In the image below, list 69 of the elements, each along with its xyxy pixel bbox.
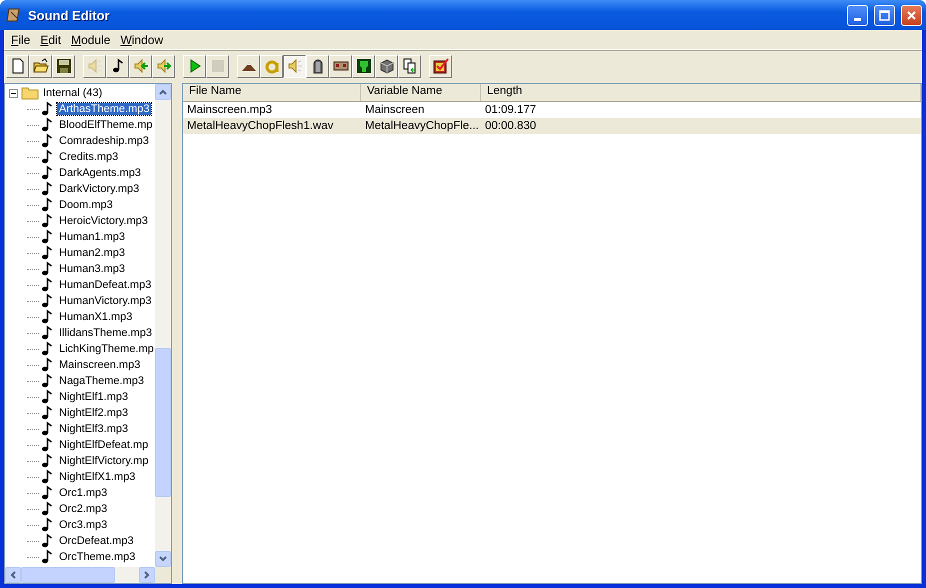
tree-item[interactable]: NightElfX1.mp3 [57,471,138,483]
monitor-icon [356,58,372,74]
tree-item[interactable]: NightElfVictory.mp [57,455,150,467]
tree-item[interactable]: Human2.mp3 [57,247,128,259]
menu-item[interactable]: File [6,32,36,46]
tree-item[interactable]: Doom.mp3 [57,199,115,211]
speaker-arrow-icon [132,58,148,74]
column-header[interactable]: Length [481,84,921,101]
tree-item[interactable]: HumanX1.mp3 [57,311,134,323]
stop-icon [210,58,226,74]
tree-item[interactable]: Mainscreen.mp3 [57,359,142,371]
maximize-button[interactable] [874,4,895,26]
new-file-icon [10,58,26,74]
tree-item[interactable]: NightElf3.mp3 [57,423,130,435]
tree-item[interactable]: Credits.mp3 [57,151,120,163]
column-header[interactable]: File Name [183,84,361,101]
open-folder-icon [32,58,48,74]
tree-item[interactable]: DarkAgents.mp3 [57,167,143,179]
tree-item[interactable]: NightElf2.mp3 [57,407,130,419]
tree-item[interactable]: Internal (43) [41,87,104,99]
tree-item[interactable]: IllidansTheme.mp3 [57,327,154,339]
speaker-arrow-icon [156,58,172,74]
tree-item[interactable]: LichKingTheme.mp [57,343,155,355]
menu-item[interactable]: Edit [35,32,66,46]
save-icon [56,58,72,74]
tree-item[interactable]: DarkVictory.mp3 [57,183,142,195]
tree-item[interactable]: HumanVictory.mp3 [57,295,154,307]
tree-item[interactable]: HumanDefeat.mp3 [57,279,154,291]
tree-item[interactable]: BloodElfTheme.mp [57,119,155,131]
tree-item[interactable]: Comradeship.mp3 [57,135,151,147]
window-title: Sound Editor [28,8,111,22]
app-icon [6,7,22,23]
tree-item[interactable]: OrcTheme.mp3 [57,551,138,563]
checkbox-icon [432,58,448,74]
copy-page-icon [402,58,418,74]
table-cell-text: 01:09.177 [484,104,538,116]
tree-item[interactable]: Human1.mp3 [57,231,128,243]
table-cell-text: MetalHeavyChopFlesh1.wav [186,120,334,132]
tree-item[interactable]: OrcDefeat.mp3 [57,535,136,547]
minimize-icon [854,18,861,20]
table-cell-text: Mainscreen [364,104,426,116]
table-cell-text: Mainscreen.mp3 [186,104,274,116]
collapse-icon[interactable] [9,88,18,98]
menu-item[interactable]: Window [115,32,168,46]
column-header[interactable]: Variable Name [361,84,481,101]
tree-item[interactable]: NightElf1.mp3 [57,391,130,403]
close-icon [906,10,917,20]
speaker-icon [286,58,302,74]
close-button[interactable] [901,4,922,26]
table-row[interactable]: MetalHeavyChopFlesh1.wav MetalHeavyChopFle... 00:00.830 [183,118,921,134]
tree-item[interactable]: ArthasTheme.mp3 [57,103,152,115]
tree-item[interactable]: HeroicVictory.mp3 [57,215,150,227]
vertical-scrollbar[interactable] [155,84,171,567]
horizontal-scrollbar[interactable] [5,567,155,583]
tree-item[interactable]: Orc2.mp3 [57,503,110,515]
folder-icon [21,86,39,100]
table-cell-text: 00:00.830 [484,120,538,132]
speaker-icon [86,58,102,74]
minimize-button[interactable] [847,4,868,26]
menu-item[interactable]: Module [66,32,116,46]
tree-item[interactable]: Orc3.mp3 [57,519,110,531]
tree-item[interactable]: NagaTheme.mp3 [57,375,146,387]
cube-icon [378,58,394,74]
tree-item[interactable]: Orc1.mp3 [57,487,110,499]
maximize-icon [879,10,890,20]
tree-item[interactable]: Human3.mp3 [57,263,128,275]
table-row[interactable]: Mainscreen.mp3 Mainscreen 01:09.177 [183,102,921,118]
table-cell-text: MetalHeavyChopFle... [364,120,480,132]
tree-item[interactable]: NightElfDefeat.mp [57,439,150,451]
